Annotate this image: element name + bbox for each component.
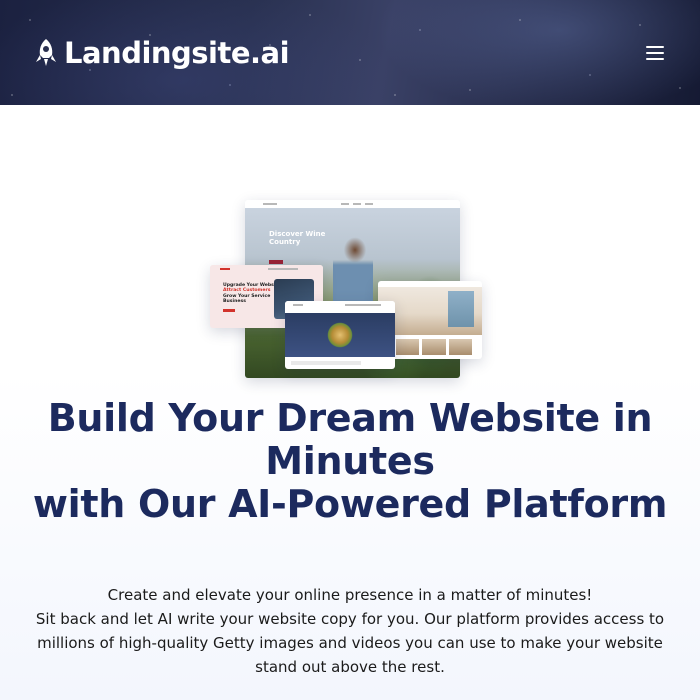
headline-line-1: Build Your Dream Website in Minutes <box>47 396 653 483</box>
brand-logo[interactable]: Landingsite.ai <box>34 34 290 72</box>
rocket-icon <box>36 39 56 66</box>
hamburger-menu-icon[interactable] <box>641 42 669 64</box>
restaurant-website-preview <box>285 301 395 369</box>
brand-name: Landingsite.ai <box>64 36 290 70</box>
food-photo <box>285 313 395 357</box>
subtext-line-1: Create and elevate your online presence … <box>107 586 593 604</box>
headline-line-2: with Our AI-Powered Platform <box>32 482 668 526</box>
wine-card-title: Discover Wine Country <box>269 230 326 246</box>
hero-subtext: Create and elevate your online presence … <box>22 583 678 679</box>
hero-section: Discover Wine Country Upgrade Your Websi… <box>0 105 700 700</box>
service-card-title: Upgrade Your Website Attract Customers G… <box>223 283 281 305</box>
hero-headline: Build Your Dream Website in Minutes with… <box>30 397 670 526</box>
site-header: Landingsite.ai <box>0 0 700 105</box>
website-previews-collage: Discover Wine Country Upgrade Your Websi… <box>0 105 700 385</box>
subtext-line-2: Sit back and let AI write your website c… <box>35 610 665 676</box>
